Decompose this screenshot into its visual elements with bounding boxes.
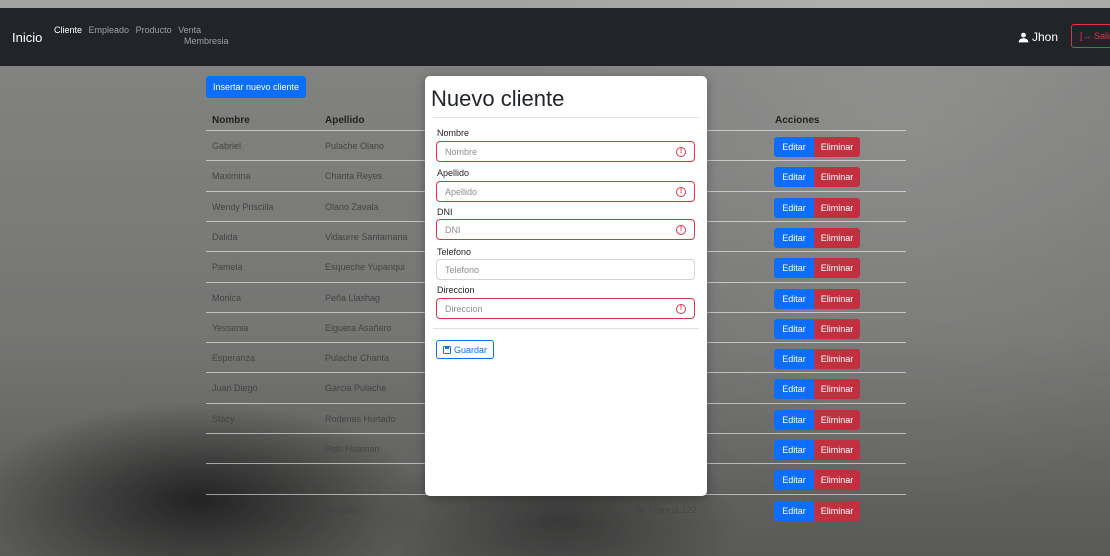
delete-button[interactable]: Eliminar [814, 409, 860, 430]
brand-link[interactable]: Inicio [12, 30, 42, 45]
edit-button[interactable]: Editar [774, 288, 814, 309]
edit-button[interactable]: Editar [774, 409, 814, 430]
cell-apellido: Esqueche Yupanqui [325, 262, 405, 273]
cell-apellido: Elguera Asañero [325, 322, 392, 333]
cell-nombre: Yessenia [212, 322, 249, 333]
cell-nombre: Pamela [212, 262, 243, 273]
cell-nombre: Wendy Priscilla [212, 201, 274, 212]
delete-button[interactable]: Eliminar [814, 470, 860, 491]
edit-button[interactable]: Editar [774, 318, 814, 339]
nombre-input[interactable]: Nombre ! [436, 141, 695, 162]
edit-button[interactable]: Editar [774, 227, 814, 248]
modal-title: Nuevo cliente [431, 86, 565, 111]
user-icon [1018, 32, 1029, 42]
cell-apellido: Chanta Reyes [325, 171, 383, 182]
user-name: Jhon [1032, 30, 1059, 44]
delete-button[interactable]: Eliminar [814, 318, 860, 339]
column-header-apellido: Apellido [325, 115, 365, 126]
logout-icon: [→ [1080, 31, 1092, 41]
cell-apellido: Garcia Pulache [325, 383, 387, 394]
navbar: Inicio Cliente Empleado Producto Venta M… [0, 8, 1110, 66]
delete-button[interactable]: Eliminar [814, 137, 860, 157]
nav-link-empleado[interactable]: Empleado [89, 25, 130, 35]
cell-nombre: Esperanza [212, 353, 256, 364]
new-client-modal: Nuevo cliente Nombre Nombre ! Apellido A… [425, 76, 707, 496]
edit-button[interactable]: Editar [774, 197, 814, 218]
nombre-label: Nombre [437, 128, 470, 138]
delete-button[interactable]: Eliminar [814, 167, 860, 188]
delete-button[interactable]: Eliminar [814, 197, 860, 218]
cell-apellido: Pulache Olano [325, 141, 385, 151]
cell-apellido: Peña Llashag [325, 292, 381, 303]
apellido-input[interactable]: Apellido ! [436, 181, 695, 202]
telefono-placeholder: Telefono [445, 265, 480, 275]
error-icon: ! [676, 225, 686, 235]
error-icon: ! [676, 187, 686, 197]
cell-nombre: Stacy [212, 413, 235, 424]
error-icon: ! [676, 147, 686, 157]
delete-button[interactable]: Eliminar [814, 500, 860, 521]
telefono-label: Telefono [437, 247, 472, 257]
delete-button[interactable]: Eliminar [814, 379, 860, 400]
nav-link-membresia[interactable]: Membresia [184, 36, 230, 47]
cell-nombre: Gabriel [212, 141, 242, 151]
telefono-input[interactable]: Telefono [436, 259, 695, 280]
insert-client-button[interactable]: Insertar nuevo cliente [206, 76, 306, 98]
delete-button[interactable]: Eliminar [814, 349, 860, 370]
edit-button[interactable]: Editar [774, 167, 814, 188]
edit-button[interactable]: Editar [774, 349, 814, 370]
delete-button[interactable]: Eliminar [814, 227, 860, 248]
delete-button[interactable]: Eliminar [814, 440, 860, 460]
dni-label: DNI [437, 207, 453, 217]
cell-nombre: Monica [212, 292, 242, 303]
cell-nombre: Juan Diego [212, 383, 258, 394]
cell-dni: 55555555 [470, 504, 511, 515]
delete-button[interactable]: Eliminar [814, 258, 860, 279]
nav-link-venta[interactable]: Venta [178, 25, 201, 35]
error-icon: ! [676, 304, 686, 314]
edit-button[interactable]: Editar [774, 379, 814, 400]
cell-nombre: Maximina [212, 171, 251, 182]
save-label: Guardar [453, 344, 488, 355]
modal-header-divider [433, 117, 699, 118]
direccion-input[interactable]: Direccion ! [436, 298, 695, 319]
cell-apellido: Rodenas Hurtado [325, 413, 396, 424]
nav-link-producto[interactable]: Producto [136, 25, 172, 35]
dni-placeholder: DNI [445, 225, 461, 235]
apellido-placeholder: Apellido [445, 187, 478, 197]
edit-button[interactable]: Editar [774, 258, 814, 279]
dni-input[interactable]: DNI ! [436, 219, 695, 240]
save-button[interactable]: Guardar [436, 340, 494, 359]
apellido-label: Apellido [437, 168, 470, 178]
edit-button[interactable]: Editar [774, 440, 814, 460]
edit-button[interactable]: Editar [774, 500, 814, 521]
edit-button[interactable]: Editar [774, 470, 814, 491]
direccion-label: Direccion [437, 285, 475, 295]
column-header-nombre: Nombre [212, 115, 250, 126]
cell-direccion: Av Francia 122 [636, 504, 697, 515]
cell-apellido: Vidaurre Santamaria [325, 231, 408, 242]
logout-button[interactable]: [→ Salir [1071, 24, 1110, 48]
nav-links: Cliente Empleado Producto Venta Membresi… [54, 25, 234, 47]
cell-apellido: Polo Huaman [325, 444, 380, 454]
logout-label: Salir [1094, 31, 1110, 41]
nav-link-cliente[interactable]: Cliente [54, 25, 82, 35]
nombre-placeholder: Nombre [445, 147, 478, 157]
cell-apellido: Olano Zavala [325, 201, 379, 212]
column-header-acciones: Acciones [775, 115, 820, 126]
direccion-placeholder: Direccion [445, 304, 483, 314]
edit-button[interactable]: Editar [774, 137, 814, 157]
modal-form-divider [433, 328, 699, 329]
cell-nombre: Dalida [212, 231, 238, 242]
cell-apellido: Pulache Chanta [325, 353, 390, 364]
delete-button[interactable]: Eliminar [814, 288, 860, 309]
save-icon [442, 345, 451, 354]
cell-apellido: Hurtado [325, 504, 358, 515]
user-menu[interactable]: Jhon [1018, 30, 1058, 44]
